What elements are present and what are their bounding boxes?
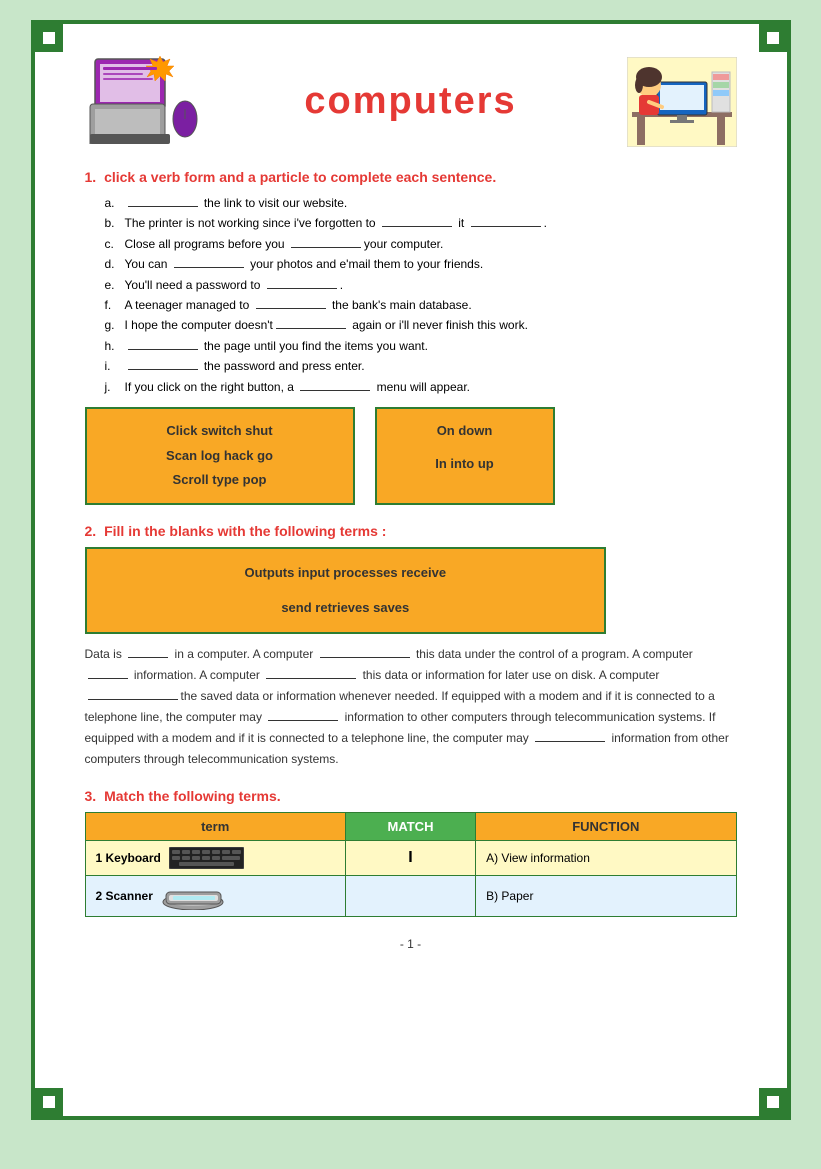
section-3-number: 3.	[85, 788, 97, 804]
list-item: i. the password and press enter.	[105, 356, 737, 376]
blank	[128, 338, 198, 350]
header-center: computers	[215, 80, 607, 123]
blank	[291, 236, 361, 248]
table-header-row: term MATCH FUNCTION	[85, 813, 736, 841]
girl-clipart-icon	[627, 57, 737, 147]
blank	[266, 667, 356, 679]
section-2-title: 2. Fill in the blanks with the following…	[85, 523, 737, 539]
blank	[174, 256, 244, 268]
match-cell-2	[345, 876, 475, 917]
list-item: j.If you click on the right button, a me…	[105, 377, 737, 397]
exercise-list-1: a. the link to visit our website. b.The …	[85, 193, 737, 397]
function-label-2: B) Paper	[486, 889, 533, 903]
blank	[128, 646, 168, 658]
term-cell-1: 1 Keyboard	[85, 841, 345, 876]
word-row-right-2: In into up	[393, 452, 537, 477]
match-table: term MATCH FUNCTION 1 Keyboard	[85, 812, 737, 917]
table-row: 1 Keyboard	[85, 841, 736, 876]
word-row-1: Click switch shut	[103, 419, 337, 444]
list-item: e.You'll need a password to .	[105, 275, 737, 295]
word-boxes-row-1: Click switch shut Scan log hack go Scrol…	[85, 407, 737, 505]
blank	[535, 730, 605, 742]
blank	[320, 646, 410, 658]
word-box-left: Click switch shut Scan log hack go Scrol…	[85, 407, 355, 505]
blank	[128, 358, 198, 370]
computer-clipart-icon	[85, 54, 205, 144]
word-row-s2-1: Outputs input processes receive	[103, 561, 589, 586]
section-2-number: 2.	[85, 523, 97, 539]
word-box-section2: Outputs input processes receive send ret…	[85, 547, 607, 634]
word-row-s2-2: send retrieves saves	[103, 596, 589, 621]
page-title: computers	[215, 80, 607, 123]
page: computers	[31, 20, 791, 1120]
header-right-image	[607, 57, 737, 147]
col-header-match: MATCH	[345, 813, 475, 841]
blank	[88, 667, 128, 679]
list-item: h. the page until you find the items you…	[105, 336, 737, 356]
term-label-1: 1 Keyboard	[96, 851, 161, 865]
header-left-image	[85, 54, 215, 149]
section-1-number: 1.	[85, 169, 97, 185]
list-item: g.I hope the computer doesn't again or i…	[105, 315, 737, 335]
keyboard-icon	[169, 847, 244, 869]
function-cell-1: A) View information	[476, 841, 736, 876]
word-row-3: Scroll type pop	[103, 468, 337, 493]
table-row: 2 Scanner	[85, 876, 736, 917]
list-item: c.Close all programs before you your com…	[105, 234, 737, 254]
corner-decoration-tr	[759, 24, 787, 52]
blank	[268, 709, 338, 721]
section-3-title: 3. Match the following terms.	[85, 788, 737, 804]
page-number: - 1 -	[85, 937, 737, 951]
section-1-title: 1. click a verb form and a particle to c…	[85, 169, 737, 185]
blank	[382, 215, 452, 227]
blank	[256, 297, 326, 309]
blank	[276, 317, 346, 329]
section-1: 1. click a verb form and a particle to c…	[85, 169, 737, 505]
blank	[300, 379, 370, 391]
blank	[128, 195, 198, 207]
fill-text-section2: Data is in a computer. A computer this d…	[85, 644, 737, 770]
col-header-function: FUNCTION	[476, 813, 736, 841]
list-item: f.A teenager managed to the bank's main …	[105, 295, 737, 315]
section-3: 3. Match the following terms. term MATCH…	[85, 788, 737, 917]
section-1-instruction: click a verb form and a particle to comp…	[104, 169, 496, 185]
function-cell-2: B) Paper	[476, 876, 736, 917]
corner-decoration-br	[759, 1088, 787, 1116]
term-label-2: 2 Scanner	[96, 889, 153, 903]
list-item: b.The printer is not working since i've …	[105, 213, 737, 233]
blank	[471, 215, 541, 227]
header: computers	[85, 54, 737, 149]
section-3-instruction: Match the following terms.	[104, 788, 281, 804]
corner-decoration-bl	[35, 1088, 63, 1116]
list-item: a. the link to visit our website.	[105, 193, 737, 213]
function-label-1: A) View information	[486, 851, 590, 865]
section-2-instruction: Fill in the blanks with the following te…	[104, 523, 386, 539]
col-header-term: term	[85, 813, 345, 841]
term-cell-2: 2 Scanner	[85, 876, 345, 917]
scanner-icon	[161, 882, 226, 910]
corner-decoration-tl	[35, 24, 63, 52]
section-2: 2. Fill in the blanks with the following…	[85, 523, 737, 770]
blank	[88, 688, 178, 700]
match-cell-1: I	[345, 841, 475, 876]
word-box-right: On down In into up	[375, 407, 555, 505]
list-item: d.You can your photos and e'mail them to…	[105, 254, 737, 274]
word-row-right-1: On down	[393, 419, 537, 444]
word-row-2: Scan log hack go	[103, 444, 337, 469]
match-value-1: I	[408, 849, 412, 866]
blank	[267, 277, 337, 289]
